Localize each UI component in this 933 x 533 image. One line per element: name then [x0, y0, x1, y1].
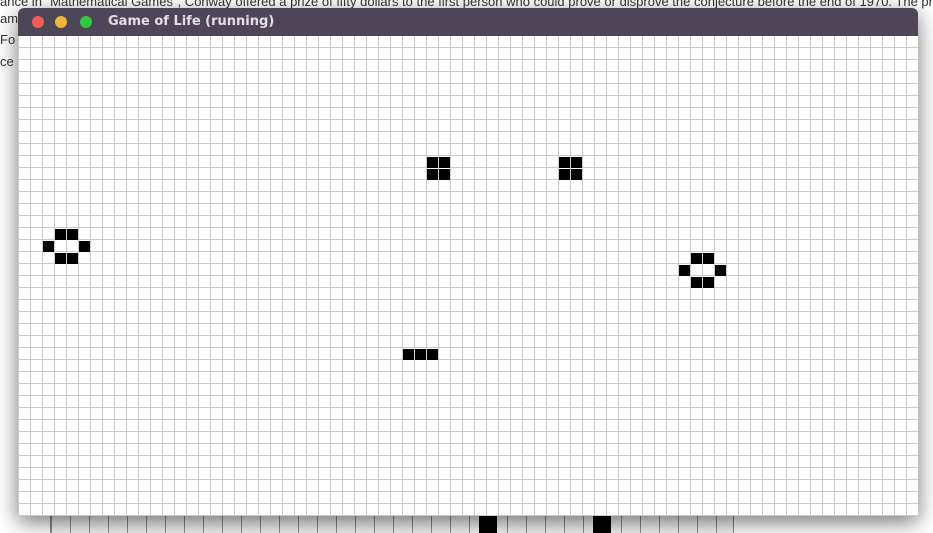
live-cell[interactable] — [55, 229, 66, 240]
live-cell[interactable] — [67, 253, 78, 264]
live-cell[interactable] — [703, 253, 714, 264]
title-bar[interactable]: Game of Life (running) — [18, 8, 918, 36]
live-cell[interactable] — [691, 277, 702, 288]
maximize-button[interactable] — [80, 16, 92, 28]
window-title: Game of Life (running) — [108, 14, 275, 29]
background-live-cell — [593, 516, 611, 533]
live-cell[interactable] — [679, 265, 690, 276]
game-of-life-window: Game of Life (running) — [18, 8, 918, 516]
live-cell[interactable] — [403, 349, 414, 360]
live-cell[interactable] — [439, 157, 450, 168]
background-live-cell — [479, 516, 497, 533]
live-cell[interactable] — [55, 253, 66, 264]
live-cell[interactable] — [571, 169, 582, 180]
minimize-button[interactable] — [55, 16, 67, 28]
life-grid[interactable] — [18, 36, 918, 516]
live-cell[interactable] — [415, 349, 426, 360]
live-cell[interactable] — [571, 157, 582, 168]
live-cell[interactable] — [79, 241, 90, 252]
live-cell[interactable] — [427, 169, 438, 180]
live-cell[interactable] — [67, 229, 78, 240]
background-text-line: Fo — [0, 32, 16, 47]
live-cell[interactable] — [439, 169, 450, 180]
live-cell[interactable] — [715, 265, 726, 276]
live-cell[interactable] — [43, 241, 54, 252]
live-cell[interactable] — [703, 277, 714, 288]
close-button[interactable] — [32, 16, 44, 28]
background-text-line: ce — [0, 54, 14, 69]
live-cell[interactable] — [691, 253, 702, 264]
live-cell[interactable] — [559, 169, 570, 180]
live-cell[interactable] — [427, 157, 438, 168]
live-cell[interactable] — [427, 349, 438, 360]
live-cell[interactable] — [559, 157, 570, 168]
